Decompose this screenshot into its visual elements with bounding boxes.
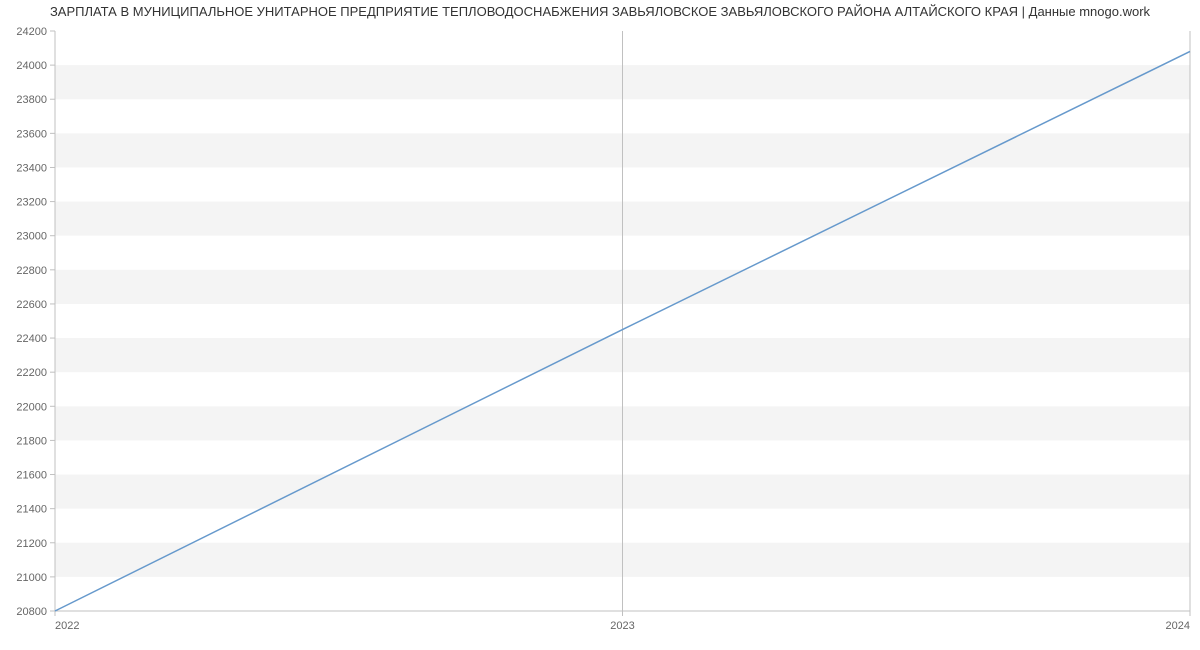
- y-tick-label: 22400: [16, 333, 47, 345]
- y-tick-label: 21200: [16, 538, 47, 550]
- y-tick-label: 24200: [16, 26, 47, 38]
- y-tick-label: 24000: [16, 60, 47, 72]
- y-tick-label: 23600: [16, 128, 47, 140]
- y-tick-label: 22600: [16, 299, 47, 311]
- x-tick-label: 2024: [1166, 620, 1190, 632]
- x-tick-label: 2023: [610, 620, 634, 632]
- y-tick-label: 21800: [16, 435, 47, 447]
- y-tick-label: 23400: [16, 162, 47, 174]
- y-tick-label: 23200: [16, 197, 47, 209]
- y-tick-label: 22800: [16, 265, 47, 277]
- y-tick-label: 22200: [16, 367, 47, 379]
- y-tick-label: 23800: [16, 94, 47, 106]
- y-tick-label: 23000: [16, 231, 47, 243]
- y-tick-label: 20800: [16, 606, 47, 618]
- x-tick-label: 2022: [55, 620, 79, 632]
- chart-area: 20800 21000 21200 21400 21600 21800 22000 22200…: [0, 21, 1200, 641]
- y-tick-label: 22000: [16, 401, 47, 413]
- y-tick-label: 21400: [16, 504, 47, 516]
- chart-title: ЗАРПЛАТА В МУНИЦИПАЛЬНОЕ УНИТАРНОЕ ПРЕДП…: [0, 0, 1200, 21]
- y-tick-label: 21600: [16, 470, 47, 482]
- line-chart: 20800 21000 21200 21400 21600 21800 22000 22200…: [0, 21, 1200, 641]
- y-tick-label: 21000: [16, 572, 47, 584]
